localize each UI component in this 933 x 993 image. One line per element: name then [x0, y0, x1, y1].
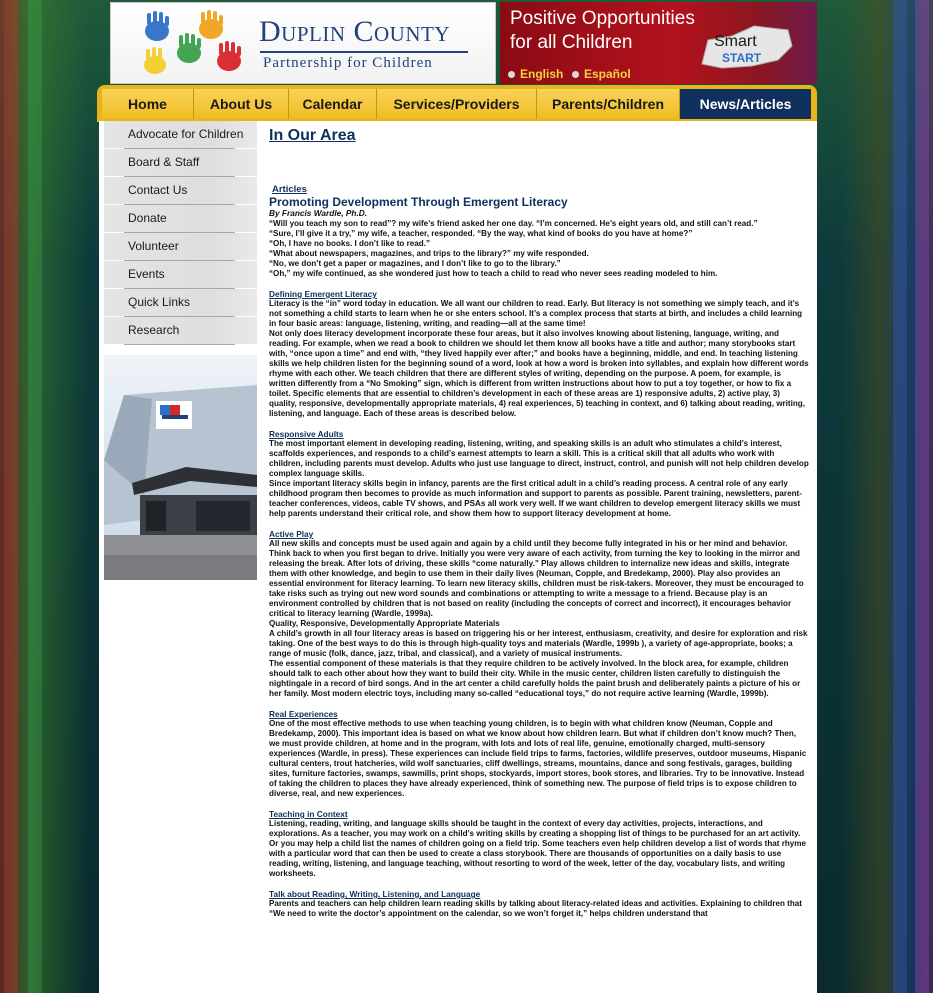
nav-about-us[interactable]: About Us — [194, 89, 289, 119]
smart-start-logo-icon[interactable]: Smart START — [692, 20, 794, 70]
article-title: Promoting Development Through Emergent L… — [269, 195, 568, 209]
language-english-label: English — [520, 67, 564, 81]
nav-services-providers[interactable]: Services/Providers — [377, 89, 537, 119]
smart-label: Smart — [714, 33, 757, 50]
intro-paragraph: “Oh, I have no books. I don’t like to re… — [269, 239, 430, 248]
sidebar-item-advocate[interactable]: Advocate for Children — [104, 121, 257, 149]
sidebar: Advocate for Children Board & Staff Cont… — [104, 121, 257, 345]
language-espanol-link[interactable]: Español — [572, 67, 631, 81]
sidebar-item-contact-us[interactable]: Contact Us — [104, 177, 257, 205]
curtain-streak — [28, 0, 42, 993]
section-body: One of the most effective methods to use… — [269, 719, 809, 799]
org-name-divider — [260, 51, 468, 53]
page-title: In Our Area — [269, 127, 356, 144]
site-header: Duplin County Partnership for Children P… — [110, 2, 817, 84]
nav-calendar[interactable]: Calendar — [289, 89, 377, 119]
section-paragraph: The most important element in developing… — [269, 439, 809, 478]
section-body: Listening, reading, writing, and languag… — [269, 819, 809, 879]
section-heading: Real Experiences — [269, 709, 338, 719]
section-heading: Active Play — [269, 529, 314, 539]
curtain-streak — [915, 0, 929, 993]
intro-paragraph: “Sure, I’ll give it a try,” my wife, a t… — [269, 229, 693, 238]
section-heading: Teaching in Context — [269, 809, 348, 819]
section-paragraph: Literacy is the “in” word today in educa… — [269, 299, 803, 328]
article-byline: By Francis Wardle, Ph.D. — [269, 208, 368, 218]
section-heading: Defining Emergent Literacy — [269, 289, 377, 299]
nav-news-articles[interactable]: News/Articles — [680, 89, 811, 119]
section-paragraph: The essential component of these materia… — [269, 659, 801, 698]
section-body: Literacy is the “in” word today in educa… — [269, 299, 809, 419]
section-body: The most important element in developing… — [269, 439, 809, 519]
promo-banner: Positive Opportunities for all Children … — [500, 2, 817, 84]
nav-parents-children[interactable]: Parents/Children — [537, 89, 680, 119]
handprints-logo-icon — [144, 10, 241, 74]
section-paragraph: Since important literacy skills begin in… — [269, 479, 802, 518]
section-body: All new skills and concepts must be used… — [269, 539, 809, 699]
main-nav: Home About Us Calendar Services/Provider… — [97, 85, 817, 122]
section-paragraph: Quality, Responsive, Developmentally App… — [269, 619, 500, 628]
section-body: Parents and teachers can help children l… — [269, 899, 809, 919]
org-subtitle: Partnership for Children — [263, 55, 433, 71]
org-name: Duplin County — [259, 15, 450, 48]
article-content: In Our Area Articles Promoting Developme… — [269, 127, 809, 919]
intro-paragraph: “No, we don’t get a paper or magazines, … — [269, 259, 561, 268]
bullet-icon — [508, 70, 515, 78]
language-espanol-label: Español — [584, 67, 631, 81]
sidebar-item-events[interactable]: Events — [104, 261, 257, 289]
language-english-link[interactable]: English — [508, 67, 563, 81]
intro-paragraph: “What about newspapers, magazines, and t… — [269, 249, 589, 258]
section-paragraph: A child’s growth in all four literacy ar… — [269, 629, 808, 658]
intro-paragraph: “Will you teach my son to read”? my wife… — [269, 219, 758, 228]
section-paragraph: Listening, reading, writing, and languag… — [269, 819, 807, 878]
sidebar-item-board-staff[interactable]: Board & Staff — [104, 149, 257, 177]
start-label: START — [722, 51, 762, 65]
sidebar-item-quick-links[interactable]: Quick Links — [104, 289, 257, 317]
curtain-streak — [893, 0, 907, 993]
section-paragraph: Not only does literacy development incor… — [269, 329, 809, 418]
sidebar-item-research[interactable]: Research — [104, 317, 257, 345]
article-intro: “Will you teach my son to read”? my wife… — [269, 219, 809, 279]
main-panel: Advocate for Children Board & Staff Cont… — [99, 121, 817, 993]
section-heading: Talk about Reading, Writing, Listening, … — [269, 889, 481, 899]
sidebar-item-volunteer[interactable]: Volunteer — [104, 233, 257, 261]
sidebar-item-donate[interactable]: Donate — [104, 205, 257, 233]
logo-banner[interactable]: Duplin County Partnership for Children — [110, 2, 496, 84]
bullet-icon — [572, 70, 579, 78]
nav-home[interactable]: Home — [102, 89, 194, 119]
intro-paragraph: “Oh,” my wife continued, as she wondered… — [269, 269, 718, 278]
curtain-streak — [4, 0, 18, 993]
building-photo — [104, 355, 257, 580]
section-paragraph: Parents and teachers can help children l… — [269, 899, 802, 918]
breadcrumb-articles[interactable]: Articles — [272, 185, 809, 195]
section-paragraph: One of the most effective methods to use… — [269, 719, 807, 798]
section-paragraph: All new skills and concepts must be used… — [269, 539, 804, 618]
nav-items: Home About Us Calendar Services/Provider… — [102, 89, 811, 119]
section-heading: Responsive Adults — [269, 429, 344, 439]
